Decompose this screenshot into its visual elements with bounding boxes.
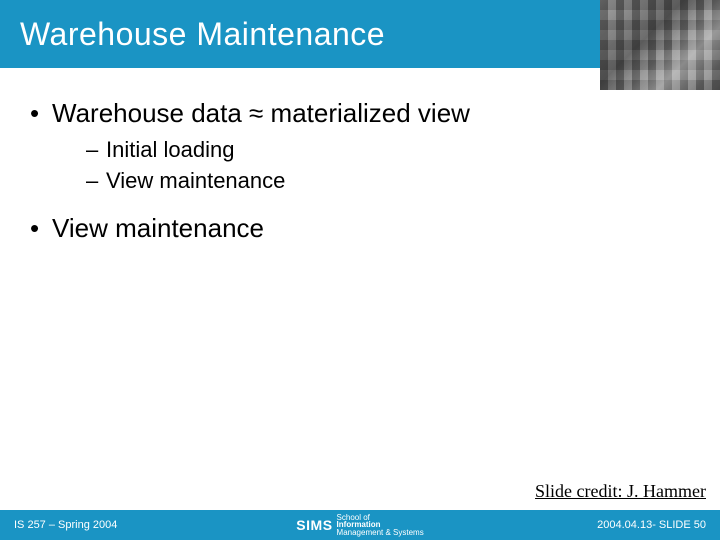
sims-logo-line: Management & Systems	[337, 529, 424, 536]
footer-left: IS 257 – Spring 2004	[14, 519, 117, 531]
sub-bullet-text: Initial loading	[106, 137, 234, 162]
sub-bullet-item: Initial loading	[86, 135, 692, 166]
footer-right: 2004.04.13- SLIDE 50	[597, 519, 706, 531]
bullet-list: Warehouse data ≈ materialized view Initi…	[28, 96, 692, 246]
bullet-text: Warehouse data ≈ materialized view	[52, 98, 470, 128]
sims-logo-text: SIMS	[296, 517, 332, 533]
slide-credit: Slide credit: J. Hammer	[535, 481, 706, 502]
bullet-item: View maintenance	[28, 211, 692, 246]
sub-bullet-list: Initial loading View maintenance	[86, 135, 692, 197]
sub-bullet-text: View maintenance	[106, 168, 285, 193]
bullet-item: Warehouse data ≈ materialized view Initi…	[28, 96, 692, 197]
sub-bullet-item: View maintenance	[86, 166, 692, 197]
decorative-photo	[600, 0, 720, 90]
slide-body: Warehouse data ≈ materialized view Initi…	[0, 68, 720, 540]
sims-logo-sub: School of Information Management & Syste…	[337, 514, 424, 536]
footer-bar: IS 257 – Spring 2004 SIMS School of Info…	[0, 510, 720, 540]
slide-title: Warehouse Maintenance	[20, 16, 385, 53]
bullet-text: View maintenance	[52, 213, 264, 243]
footer-logo: SIMS School of Information Management & …	[296, 514, 423, 536]
slide: Warehouse Maintenance Warehouse data ≈ m…	[0, 0, 720, 540]
